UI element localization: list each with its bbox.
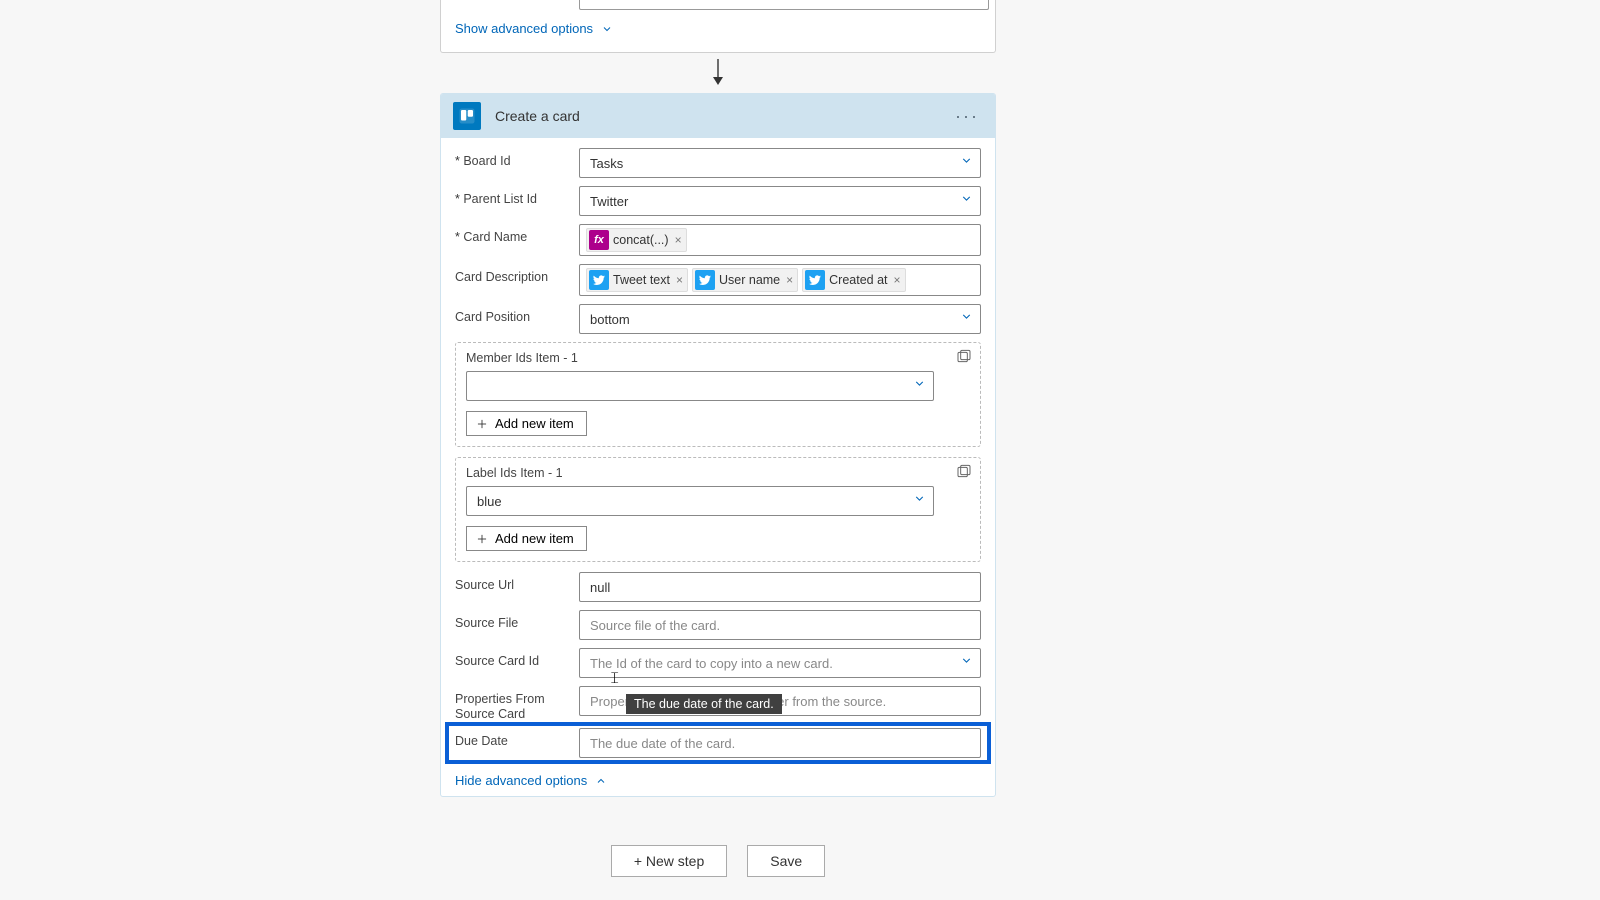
label-ids-label: Label Ids Item - 1	[466, 466, 970, 480]
token-label: User name	[719, 273, 780, 287]
switch-array-icon[interactable]	[956, 464, 972, 485]
card-name-input[interactable]: fx concat(...) ×	[579, 224, 981, 256]
parent-list-id-label: Parent List Id	[455, 186, 573, 206]
due-date-tooltip: The due date of the card.	[626, 694, 782, 714]
previous-input-stub	[579, 0, 989, 10]
card-position-select[interactable]: bottom	[579, 304, 981, 334]
show-advanced-label: Show advanced options	[455, 21, 593, 36]
token-remove-icon[interactable]: ×	[786, 273, 793, 287]
dynamic-token[interactable]: User name ×	[692, 268, 798, 292]
plus-icon	[475, 532, 489, 546]
properties-from-source-label: Properties From Source Card	[455, 686, 573, 722]
add-item-label: Add new item	[495, 416, 574, 431]
board-id-select[interactable]: Tasks	[579, 148, 981, 178]
token-remove-icon[interactable]: ×	[675, 233, 682, 247]
member-ids-select[interactable]	[466, 371, 934, 401]
card-description-input[interactable]: Tweet text × User name × Created at ×	[579, 264, 981, 296]
member-ids-group: Member Ids Item - 1 Add new item	[455, 342, 981, 447]
token-label: Tweet text	[613, 273, 670, 287]
expression-token[interactable]: fx concat(...) ×	[586, 228, 687, 252]
footer-buttons: + New step Save	[440, 845, 996, 877]
card-description-label: Card Description	[455, 264, 573, 284]
dynamic-token[interactable]: Tweet text ×	[586, 268, 688, 292]
parent-list-id-select[interactable]: Twitter	[579, 186, 981, 216]
chevron-up-icon	[595, 775, 607, 787]
due-date-input[interactable]: The due date of the card.	[579, 728, 981, 758]
card-position-label: Card Position	[455, 304, 573, 324]
source-file-input[interactable]: Source file of the card.	[579, 610, 981, 640]
source-file-label: Source File	[455, 610, 573, 630]
label-ids-group: Label Ids Item - 1 blue Add new item	[455, 457, 981, 562]
add-label-item-button[interactable]: Add new item	[466, 526, 587, 551]
new-step-button[interactable]: + New step	[611, 845, 727, 877]
text-cursor-icon: 𝙸	[609, 670, 620, 688]
fx-icon: fx	[589, 230, 609, 250]
twitter-icon	[695, 270, 715, 290]
action-header[interactable]: Create a card ···	[441, 94, 995, 138]
flow-arrow-icon	[440, 59, 996, 87]
hide-advanced-link[interactable]: Hide advanced options	[455, 773, 607, 788]
token-label: concat(...)	[613, 233, 669, 247]
board-id-label: Board Id	[455, 148, 573, 168]
add-member-item-button[interactable]: Add new item	[466, 411, 587, 436]
chevron-down-icon	[601, 23, 613, 35]
source-card-id-label: Source Card Id	[455, 648, 573, 668]
dynamic-token[interactable]: Created at ×	[802, 268, 905, 292]
card-name-label: Card Name	[455, 224, 573, 244]
hide-advanced-label: Hide advanced options	[455, 773, 587, 788]
twitter-icon	[805, 270, 825, 290]
action-title: Create a card	[495, 108, 937, 124]
save-button[interactable]: Save	[747, 845, 825, 877]
member-ids-label: Member Ids Item - 1	[466, 351, 970, 365]
create-card-action: Create a card ··· Board Id Tasks Parent …	[440, 93, 996, 797]
due-date-highlighted-row: Due Date The due date of the card.	[447, 724, 989, 762]
label-ids-select[interactable]: blue	[466, 486, 934, 516]
source-url-label: Source Url	[455, 572, 573, 592]
add-item-label: Add new item	[495, 531, 574, 546]
switch-array-icon[interactable]	[956, 349, 972, 370]
token-remove-icon[interactable]: ×	[894, 273, 901, 287]
source-card-id-select[interactable]: The Id of the card to copy into a new ca…	[579, 648, 981, 678]
token-label: Created at	[829, 273, 887, 287]
action-menu-button[interactable]: ···	[951, 106, 983, 127]
due-date-label: Due Date	[455, 728, 573, 748]
token-remove-icon[interactable]: ×	[676, 273, 683, 287]
source-url-input[interactable]: null	[579, 572, 981, 602]
twitter-icon	[589, 270, 609, 290]
previous-action-card: Show advanced options	[440, 0, 996, 53]
plus-icon	[475, 417, 489, 431]
show-advanced-link[interactable]: Show advanced options	[455, 21, 613, 36]
trello-icon	[453, 102, 481, 130]
